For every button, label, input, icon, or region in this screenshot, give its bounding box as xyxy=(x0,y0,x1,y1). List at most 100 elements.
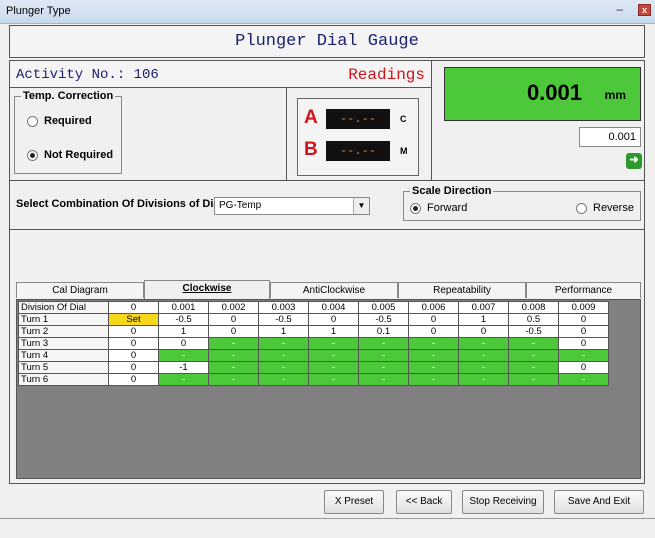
radio-required[interactable]: Required xyxy=(27,115,92,127)
grid-cell[interactable]: - xyxy=(258,361,309,374)
chevron-down-icon[interactable]: ▼ xyxy=(353,198,369,214)
preset-button[interactable]: X Preset xyxy=(324,490,384,514)
grid-cell[interactable]: - xyxy=(508,349,559,362)
header-cell: 0.008 xyxy=(508,301,559,314)
grid-cell[interactable]: 0 xyxy=(408,325,459,338)
radio-forward-dot[interactable] xyxy=(410,202,421,214)
grid-cell[interactable]: - xyxy=(358,373,409,386)
grid-cell[interactable]: 0 xyxy=(558,361,609,374)
reading-display: 0.001 mm xyxy=(444,67,641,121)
reading-input[interactable]: 0.001 xyxy=(579,127,641,147)
tabs-panel: Cal Diagram Clockwise AntiClockwise Repe… xyxy=(9,230,645,484)
grid-cell[interactable]: Set xyxy=(108,313,159,326)
tab-repeatability[interactable]: Repeatability xyxy=(398,282,526,298)
grid-cell[interactable]: - xyxy=(508,361,559,374)
grid-cell[interactable]: - xyxy=(458,373,509,386)
go-arrow-icon[interactable]: ➜ xyxy=(626,153,642,169)
grid-cell[interactable]: 0 xyxy=(158,337,209,350)
grid-cell[interactable]: - xyxy=(308,337,359,350)
grid-cell[interactable]: - xyxy=(358,349,409,362)
grid-cell[interactable]: - xyxy=(558,373,609,386)
grid-cell[interactable]: 1 xyxy=(258,325,309,338)
grid-cell[interactable]: - xyxy=(458,361,509,374)
grid-cell[interactable]: 0.1 xyxy=(358,325,409,338)
radio-not-required-dot[interactable] xyxy=(27,149,38,161)
grid-cell[interactable]: 0 xyxy=(558,337,609,350)
b-display: --.-- xyxy=(326,141,390,161)
radio-not-required-label: Not Required xyxy=(44,149,114,161)
radio-reverse-dot[interactable] xyxy=(576,202,587,214)
grid-cell[interactable]: - xyxy=(208,373,259,386)
grid-cell[interactable]: - xyxy=(358,361,409,374)
table-row: Turn 2 0 1 0 1 1 0.1 0 0 -0.5 0 xyxy=(18,325,609,338)
grid-cell[interactable]: 0 xyxy=(108,349,159,362)
grid-cell[interactable]: 0 xyxy=(108,337,159,350)
grid-cell[interactable]: -1 xyxy=(158,361,209,374)
grid-cell[interactable]: 0 xyxy=(108,361,159,374)
save-and-exit-button[interactable]: Save And Exit xyxy=(554,490,644,514)
close-icon[interactable]: x xyxy=(638,4,651,16)
radio-forward[interactable]: Forward xyxy=(410,202,467,214)
grid-cell[interactable]: 0 xyxy=(458,325,509,338)
grid-cell[interactable]: -0.5 xyxy=(258,313,309,326)
grid-cell[interactable]: - xyxy=(208,337,259,350)
grid-cell[interactable]: 0 xyxy=(558,313,609,326)
grid-cell[interactable]: -0.5 xyxy=(358,313,409,326)
combination-select[interactable]: PG-Temp ▼ xyxy=(214,197,370,215)
grid-cell[interactable]: 0 xyxy=(208,313,259,326)
radio-required-dot[interactable] xyxy=(27,115,38,127)
temp-correction-legend: Temp. Correction xyxy=(21,90,116,102)
grid-cell[interactable]: - xyxy=(458,349,509,362)
grid-cell[interactable]: 0 xyxy=(108,373,159,386)
grid-cell[interactable]: - xyxy=(258,373,309,386)
table-row: Turn 40--------- xyxy=(18,349,609,362)
reading-value: 0.001 xyxy=(526,80,582,105)
grid-cell[interactable]: - xyxy=(308,349,359,362)
grid-cell[interactable]: - xyxy=(458,337,509,350)
tab-cal-diagram[interactable]: Cal Diagram xyxy=(16,282,144,298)
grid-cell[interactable]: - xyxy=(508,373,559,386)
grid-cell[interactable]: - xyxy=(508,337,559,350)
tab-anticlockwise[interactable]: AntiClockwise xyxy=(270,282,398,298)
grid-cell[interactable]: - xyxy=(408,337,459,350)
tab-clockwise[interactable]: Clockwise xyxy=(144,280,270,299)
grid-cell[interactable]: 0 xyxy=(208,325,259,338)
grid-cell[interactable]: - xyxy=(308,373,359,386)
b-unit: M xyxy=(400,146,408,156)
grid-cell[interactable]: - xyxy=(158,373,209,386)
grid-cell[interactable]: - xyxy=(208,361,259,374)
grid-cell[interactable]: 0 xyxy=(408,313,459,326)
grid-cell[interactable]: 0.5 xyxy=(508,313,559,326)
grid-cell[interactable]: 1 xyxy=(308,325,359,338)
grid-cell[interactable]: 1 xyxy=(458,313,509,326)
grid-cell[interactable]: -0.5 xyxy=(508,325,559,338)
grid-cell[interactable]: - xyxy=(158,349,209,362)
radio-not-required[interactable]: Not Required xyxy=(27,149,113,161)
grid-cell[interactable]: - xyxy=(408,373,459,386)
grid-cell[interactable]: - xyxy=(258,337,309,350)
grid-cell[interactable]: - xyxy=(258,349,309,362)
grid-cell[interactable]: - xyxy=(308,361,359,374)
grid-cell[interactable]: - xyxy=(358,337,409,350)
combination-row: Select Combination Of Divisions of Dial … xyxy=(9,180,645,230)
tab-performance[interactable]: Performance xyxy=(526,282,641,298)
stop-receiving-button[interactable]: Stop Receiving xyxy=(462,490,544,514)
grid-cell[interactable]: 0 xyxy=(108,325,159,338)
minimize-icon[interactable]: – xyxy=(616,2,623,16)
grid-cell[interactable]: -0.5 xyxy=(158,313,209,326)
grid-cell[interactable]: 0 xyxy=(308,313,359,326)
status-bar xyxy=(0,518,655,538)
radio-reverse[interactable]: Reverse xyxy=(576,202,634,214)
page-title-bar: Plunger Dial Gauge xyxy=(9,25,645,58)
grid-cell[interactable]: - xyxy=(558,349,609,362)
grid-cell[interactable]: - xyxy=(408,361,459,374)
row-label: Turn 2 xyxy=(18,325,109,338)
grid-cell[interactable]: 1 xyxy=(158,325,209,338)
grid-cell[interactable]: 0 xyxy=(558,325,609,338)
row-label: Turn 4 xyxy=(18,349,109,362)
combination-selected: PG-Temp xyxy=(219,200,262,211)
header-cell: Division Of Dial xyxy=(18,301,109,314)
back-button[interactable]: << Back xyxy=(396,490,452,514)
grid-cell[interactable]: - xyxy=(408,349,459,362)
grid-cell[interactable]: - xyxy=(208,349,259,362)
